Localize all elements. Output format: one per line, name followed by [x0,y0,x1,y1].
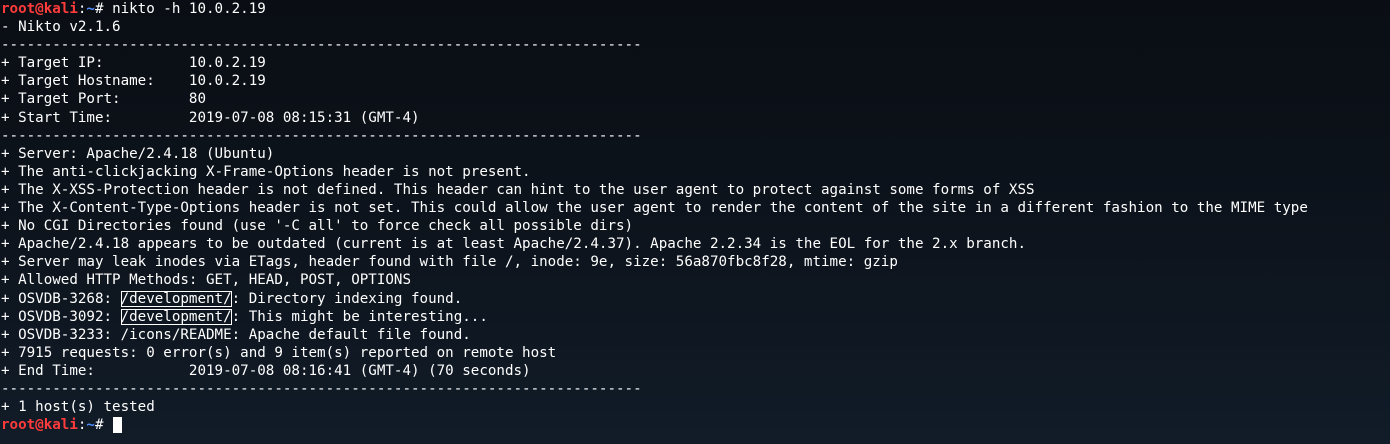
output-version: - Nikto v2.1.6 [1,19,121,36]
output-content-type: + The X-Content-Type-Options header is n… [1,200,1308,217]
output-clickjacking: + The anti-clickjacking X-Frame-Options … [1,163,531,180]
prompt-user-host: root@kali [1,417,78,434]
output-divider: ----------------------------------------… [1,380,642,397]
output-osvdb-3092: + OSVDB-3092: /development/: This might … [1,308,1390,326]
command-text: nikto -h 10.0.2.19 [112,1,266,17]
output-hosts-tested: + 1 host(s) tested [1,399,155,416]
output-methods: + Allowed HTTP Methods: GET, HEAD, POST,… [1,272,411,289]
output-target-hostname: + Target Hostname: 10.0.2.19 [1,73,266,90]
output-server: + Server: Apache/2.4.18 (Ubuntu) [1,145,275,162]
prompt-user-host: root@kali [1,1,78,17]
command-line: root@kali:~# nikto -h 10.0.2.19 [1,0,1390,18]
osvdb-3092-suffix: : This might be interesting... [231,308,488,325]
output-target-port: + Target Port: 80 [1,91,206,108]
highlighted-path: /development/ [120,290,232,307]
output-target-ip: + Target IP: 10.0.2.19 [1,55,266,72]
output-end-time: + End Time: 2019-07-08 08:16:41 (GMT-4) … [1,362,531,379]
output-divider: ----------------------------------------… [1,37,642,54]
prompt-symbol: # [94,1,113,17]
input-prompt-line[interactable]: root@kali:~# [1,416,1390,434]
prompt-directory: ~ [86,1,95,17]
output-requests: + 7915 requests: 0 error(s) and 9 item(s… [1,344,557,361]
output-xss: + The X-XSS-Protection header is not def… [1,181,1035,198]
prompt-symbol: # [94,417,113,434]
osvdb-3268-prefix: + OSVDB-3268: [1,290,121,307]
output-outdated: + Apache/2.4.18 appears to be outdated (… [1,236,1026,253]
osvdb-3268-suffix: : Directory indexing found. [231,290,463,307]
prompt-directory: ~ [86,417,95,434]
output-divider: ----------------------------------------… [1,127,642,144]
output-start-time: + Start Time: 2019-07-08 08:15:31 (GMT-4… [1,109,420,126]
output-inodes: + Server may leak inodes via ETags, head… [1,254,898,271]
osvdb-3092-prefix: + OSVDB-3092: [1,308,121,325]
output-cgi: + No CGI Directories found (use '-C all'… [1,218,634,235]
highlighted-path: /development/ [120,308,232,325]
terminal-window[interactable]: root@kali:~# nikto -h 10.0.2.19 - Nikto … [0,0,1390,444]
output-osvdb-3233: + OSVDB-3233: /icons/README: Apache defa… [1,326,471,343]
text-cursor[interactable] [113,417,123,434]
output-osvdb-3268: + OSVDB-3268: /development/: Directory i… [1,290,1390,308]
